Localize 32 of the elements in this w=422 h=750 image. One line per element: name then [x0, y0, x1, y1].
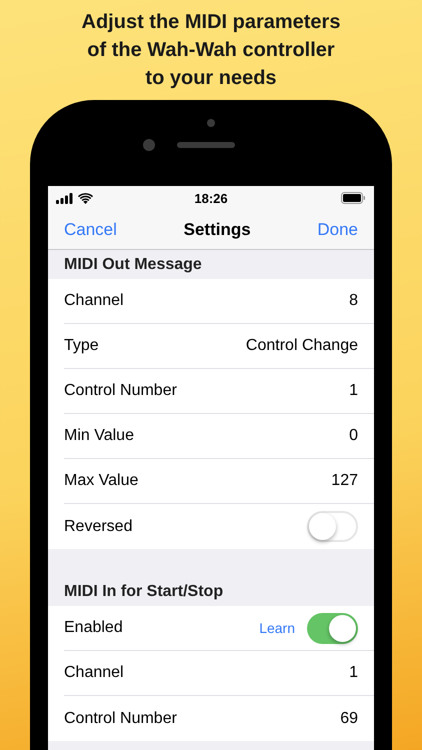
row-value[interactable]: 1 — [349, 382, 358, 400]
row-value[interactable]: 1 — [349, 664, 358, 682]
row-label: Channel — [64, 664, 124, 682]
row-value[interactable]: Control Change — [246, 337, 358, 355]
screen-title: Settings — [184, 220, 251, 240]
wifi-icon — [78, 192, 93, 204]
section-header: MIDI In for Start/Stop — [64, 582, 224, 600]
battery-icon — [341, 192, 366, 204]
toggle-switch[interactable] — [307, 511, 358, 542]
section-header: MIDI Out Message — [64, 256, 202, 274]
headline: Adjust the MIDI parameters of the Wah-Wah controller to your needs — [80, 10, 342, 91]
row-label: Type — [64, 337, 99, 355]
row-label: Max Value — [64, 472, 138, 490]
row-label: Control Number — [64, 382, 177, 400]
status-time: 18:26 — [194, 190, 228, 206]
row-label: Reversed — [64, 518, 132, 536]
row-label: Channel — [64, 292, 124, 310]
row-label: Control Number — [64, 710, 177, 728]
row-label: Enabled — [64, 619, 123, 637]
row-value[interactable]: 127 — [331, 472, 358, 490]
signal-icon — [56, 192, 73, 204]
row-value[interactable]: 69 — [340, 710, 358, 728]
row-value[interactable]: 8 — [349, 292, 358, 310]
row-label: Min Value — [64, 427, 134, 445]
row-value[interactable]: 0 — [349, 427, 358, 445]
toggle-switch[interactable] — [307, 612, 358, 644]
done-button[interactable]: Done — [317, 220, 358, 240]
speaker-icon — [177, 142, 235, 148]
learn-button[interactable]: Learn — [259, 620, 295, 636]
sensor-icon — [143, 139, 155, 151]
cancel-button[interactable]: Cancel — [64, 220, 117, 240]
camera-icon — [207, 119, 215, 127]
